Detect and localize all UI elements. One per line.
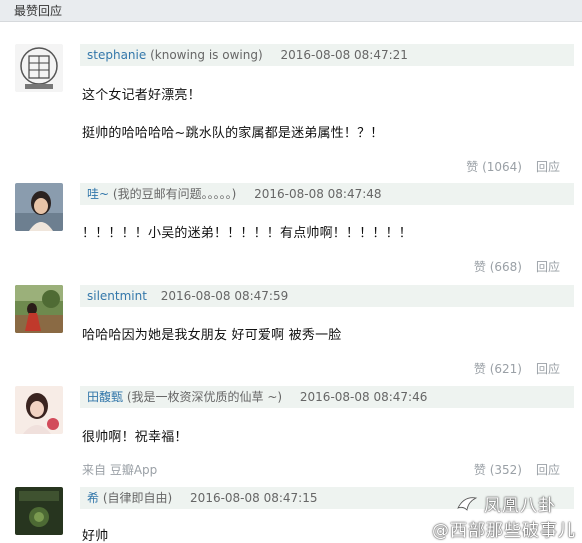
avatar[interactable] (15, 386, 63, 434)
like-button[interactable]: 赞 (1064) (466, 160, 522, 174)
timestamp: 2016-08-08 08:47:59 (160, 289, 289, 303)
reply-button[interactable]: 回应 (536, 260, 560, 274)
section-title: 最赞回应 (14, 4, 63, 18)
watermark-handle: @西部那些破事儿 (432, 516, 576, 541)
reply-button[interactable]: 回应 (536, 463, 560, 477)
comment-actions: 赞 (621) 回应 (474, 360, 560, 377)
user-signature: (knowing is owing) (150, 48, 263, 62)
avatar[interactable] (15, 487, 63, 535)
timestamp: 2016-08-08 08:47:48 (254, 187, 382, 201)
comment-text: 很帅啊！祝幸福！ (82, 430, 188, 445)
comment-meta: silentmint 2016-08-08 08:47:59 (80, 285, 574, 307)
username[interactable]: 哇~ (87, 187, 109, 201)
comment-source[interactable]: 来自 豆瓣App (82, 461, 157, 478)
user-signature: (我是一枚资深优质的仙草 ~) (126, 390, 283, 404)
comment-text: 好帅 (82, 529, 109, 543)
reply-button[interactable]: 回应 (536, 160, 560, 174)
username[interactable]: stephanie (87, 48, 146, 62)
reply-button[interactable]: 回应 (536, 362, 560, 376)
comment-meta: 哇~ (我的豆邮有问题。。。。。) 2016-08-08 08:47:48 (80, 183, 574, 205)
comment-actions: 赞 (668) 回应 (474, 258, 560, 275)
username[interactable]: silentmint (87, 289, 147, 303)
avatar[interactable] (15, 285, 63, 333)
comment-text: 挺帅的哈哈哈哈~跳水队的家属都是迷弟属性！？！ (82, 126, 384, 141)
username[interactable]: 田馥甄 (87, 390, 123, 404)
avatar[interactable] (15, 44, 63, 92)
timestamp: 2016-08-08 08:47:46 (299, 390, 428, 404)
user-signature: (我的豆邮有问题。。。。。) (112, 187, 237, 201)
phoenix-logo-icon (456, 494, 478, 517)
like-button[interactable]: 赞 (668) (474, 260, 522, 274)
comment-text: ！！！！！小吴的迷弟！！！！！有点帅啊！！！！！！ (82, 226, 413, 241)
avatar[interactable] (15, 183, 63, 231)
comment-text: 这个女记者好漂亮！ (82, 88, 201, 103)
section-header: 最赞回应 (0, 0, 582, 22)
comment-actions: 赞 (352) 回应 (474, 461, 560, 478)
like-button[interactable]: 赞 (621) (474, 362, 522, 376)
timestamp: 2016-08-08 08:47:15 (190, 491, 318, 505)
comment-text: 哈哈哈因为她是我女朋友 好可爱啊 被秀一脸 (82, 328, 342, 343)
timestamp: 2016-08-08 08:47:21 (280, 48, 408, 62)
comment-meta: stephanie (knowing is owing) 2016-08-08 … (80, 44, 574, 66)
comment-meta: 田馥甄 (我是一枚资深优质的仙草 ~) 2016-08-08 08:47:46 (80, 386, 574, 408)
watermark: 凤凰八卦 (456, 491, 556, 518)
watermark-line1: 凤凰八卦 (484, 495, 556, 516)
watermark-line2: @西部那些破事儿 (432, 521, 576, 541)
user-signature: (自律即自由) (102, 491, 173, 505)
username[interactable]: 希 (87, 491, 99, 505)
like-button[interactable]: 赞 (352) (474, 463, 522, 477)
comment-actions: 赞 (1064) 回应 (466, 158, 560, 175)
